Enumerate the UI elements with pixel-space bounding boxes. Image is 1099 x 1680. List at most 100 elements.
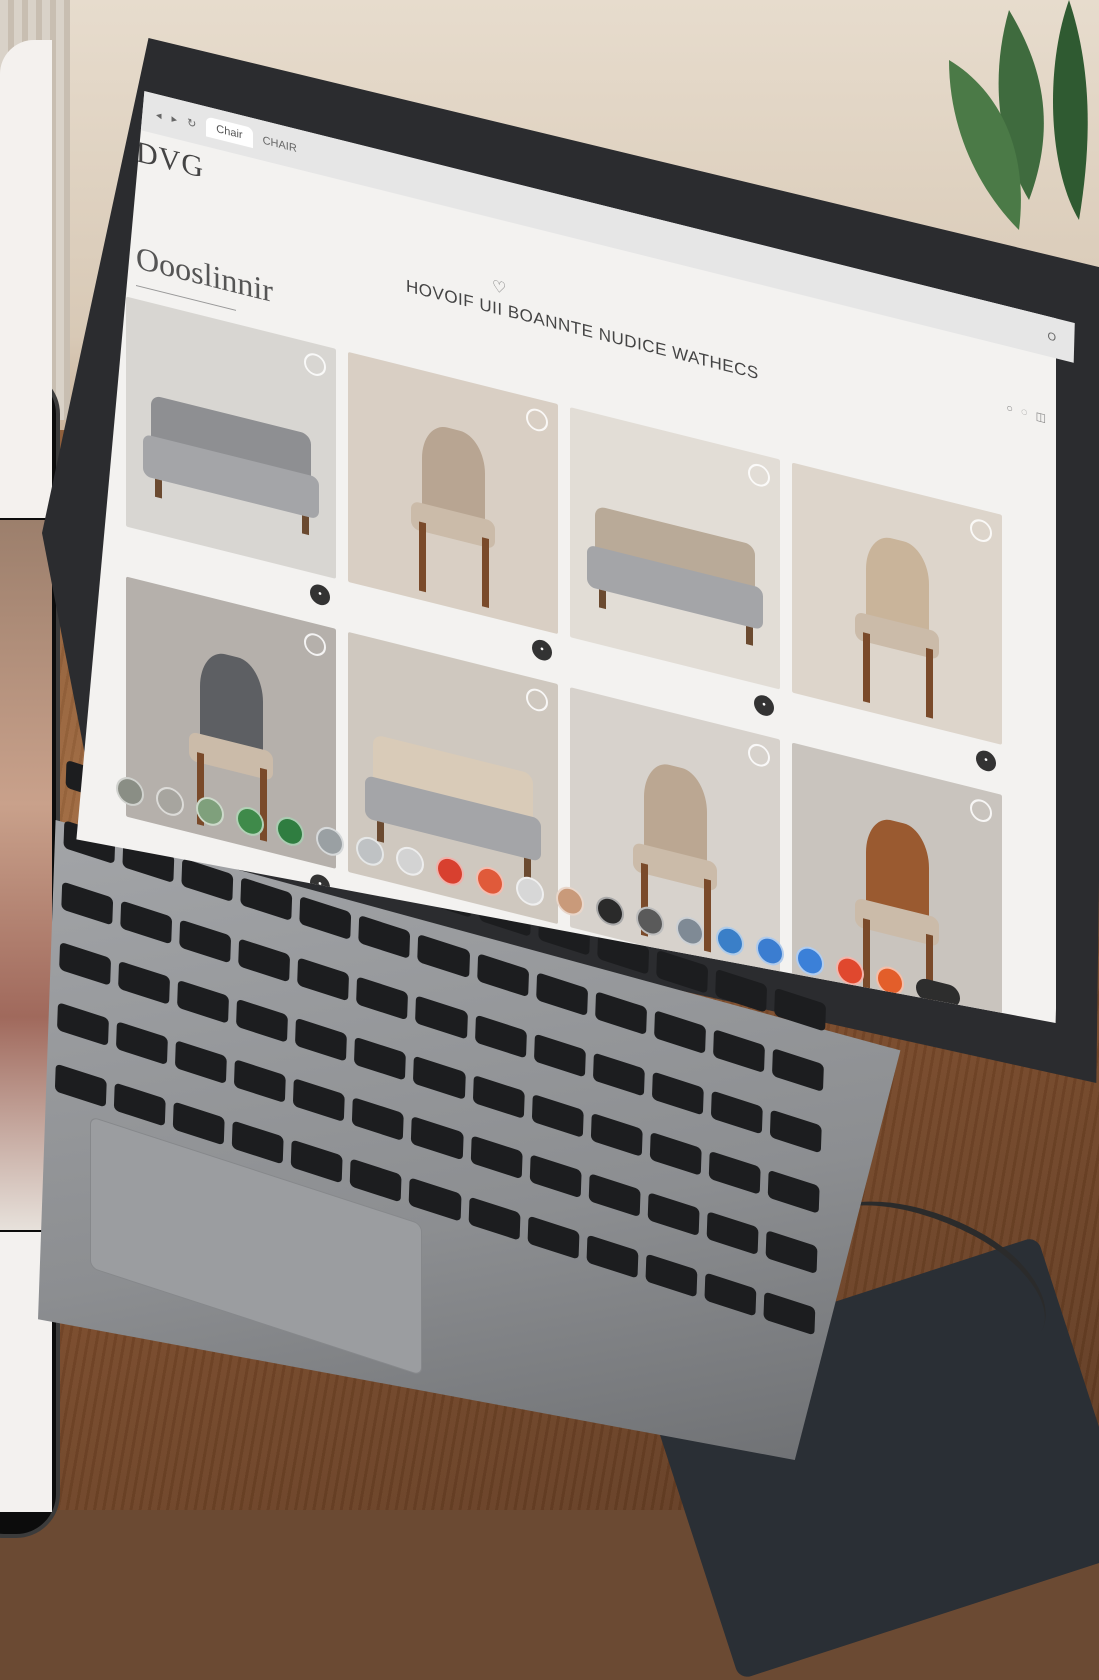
cart-icon[interactable]: ◫ bbox=[1036, 409, 1046, 425]
chair-leg bbox=[419, 521, 426, 592]
address-bar[interactable]: CHAIR bbox=[263, 135, 297, 156]
forward-icon[interactable]: ▸ bbox=[172, 111, 178, 125]
product-image[interactable] bbox=[126, 296, 336, 579]
product-card[interactable]: • bbox=[348, 351, 558, 670]
keyboard-key[interactable] bbox=[470, 1135, 523, 1180]
phone-screen-top bbox=[0, 40, 52, 518]
keyboard-key[interactable] bbox=[113, 1082, 166, 1127]
keyboard-key[interactable] bbox=[712, 1029, 765, 1074]
keyboard-key[interactable] bbox=[476, 953, 529, 998]
keyboard-key[interactable] bbox=[769, 1109, 822, 1154]
keyboard-key[interactable] bbox=[238, 938, 291, 983]
favorite-icon[interactable] bbox=[748, 461, 770, 490]
phone-screen-image bbox=[0, 520, 52, 1230]
keyboard-key[interactable] bbox=[765, 1230, 818, 1275]
keyboard-key[interactable] bbox=[529, 1154, 582, 1199]
keyboard-key[interactable] bbox=[647, 1192, 700, 1237]
keyboard-key[interactable] bbox=[358, 915, 411, 960]
refresh-icon[interactable]: ↻ bbox=[187, 115, 196, 130]
keyboard-key[interactable] bbox=[59, 941, 112, 986]
keyboard-key[interactable] bbox=[588, 1173, 641, 1218]
keyboard-key[interactable] bbox=[290, 1139, 344, 1184]
browser-right-tab[interactable]: O bbox=[1047, 330, 1056, 344]
keyboard-key[interactable] bbox=[708, 1150, 761, 1195]
keyboard-key[interactable] bbox=[175, 1040, 228, 1085]
keyboard-key[interactable] bbox=[651, 1071, 704, 1116]
favorite-icon[interactable] bbox=[304, 350, 326, 379]
keyboard-key[interactable] bbox=[594, 991, 647, 1036]
keyboard-key[interactable] bbox=[411, 1116, 464, 1161]
color-swatch[interactable] bbox=[116, 773, 144, 809]
user-icon[interactable]: ◌ bbox=[1021, 406, 1028, 421]
keyboard-key[interactable] bbox=[590, 1112, 643, 1157]
favorite-icon[interactable] bbox=[970, 516, 992, 545]
keyboard-key[interactable] bbox=[352, 1097, 405, 1142]
keyboard-key[interactable] bbox=[468, 1196, 521, 1241]
keyboard-key[interactable] bbox=[56, 1002, 109, 1047]
keyboard-key[interactable] bbox=[354, 1036, 407, 1081]
keyboard-key[interactable] bbox=[474, 1014, 527, 1059]
keyboard-key[interactable] bbox=[116, 1021, 169, 1066]
keyboard-key[interactable] bbox=[763, 1291, 816, 1336]
sofa-leg bbox=[746, 625, 753, 646]
chair-leg bbox=[482, 537, 489, 608]
keyboard-key[interactable] bbox=[240, 877, 293, 922]
back-icon[interactable]: ◂ bbox=[156, 107, 162, 121]
search-icon[interactable]: ○ bbox=[1006, 402, 1013, 417]
keyboard-key[interactable] bbox=[592, 1052, 645, 1097]
keyboard-key[interactable] bbox=[409, 1177, 462, 1222]
keyboard-key[interactable] bbox=[293, 1078, 346, 1123]
keyboard-key[interactable] bbox=[234, 1059, 287, 1104]
keyboard-key[interactable] bbox=[295, 1017, 348, 1062]
keyboard-key[interactable] bbox=[177, 979, 230, 1024]
keyboard-key[interactable] bbox=[297, 957, 350, 1002]
keyboard-key[interactable] bbox=[531, 1093, 584, 1138]
favorite-icon[interactable] bbox=[526, 406, 548, 434]
keyboard-key[interactable] bbox=[767, 1169, 820, 1214]
keyboard-key[interactable] bbox=[120, 900, 173, 945]
product-card[interactable]: • bbox=[126, 296, 336, 614]
product-image[interactable] bbox=[570, 407, 780, 690]
keyboard-key[interactable] bbox=[172, 1101, 225, 1146]
keyboard-key[interactable] bbox=[586, 1234, 639, 1279]
keyboard-key[interactable] bbox=[413, 1055, 466, 1100]
keyboard-key[interactable] bbox=[417, 934, 470, 979]
keyboard-key[interactable] bbox=[54, 1063, 107, 1108]
keyboard-key[interactable] bbox=[527, 1215, 580, 1260]
keyboard-key[interactable] bbox=[299, 896, 352, 941]
keyboard-key[interactable] bbox=[533, 1033, 586, 1078]
keyboard-key[interactable] bbox=[61, 881, 114, 926]
keyboard-key[interactable] bbox=[350, 1158, 403, 1203]
product-card[interactable]: • bbox=[570, 407, 780, 725]
keyboard-key[interactable] bbox=[472, 1074, 525, 1119]
keyboard-key[interactable] bbox=[649, 1131, 702, 1176]
keyboard-key[interactable] bbox=[706, 1211, 759, 1256]
favorite-icon[interactable] bbox=[304, 630, 326, 659]
keyboard-key[interactable] bbox=[704, 1272, 757, 1317]
favorite-icon[interactable] bbox=[526, 686, 548, 714]
keyboard-key[interactable] bbox=[535, 972, 588, 1017]
keyboard-key[interactable] bbox=[231, 1120, 284, 1165]
favorite-icon[interactable] bbox=[970, 796, 992, 825]
keyboard-key[interactable] bbox=[645, 1253, 698, 1298]
keyboard-key[interactable] bbox=[118, 960, 171, 1005]
keyboard-key[interactable] bbox=[653, 1010, 706, 1055]
favorite-icon[interactable] bbox=[748, 741, 770, 770]
sofa-leg bbox=[302, 515, 309, 536]
keyboard-key[interactable] bbox=[415, 995, 468, 1040]
keyboard-key[interactable] bbox=[710, 1090, 763, 1135]
product-image[interactable] bbox=[792, 462, 1002, 745]
sofa-leg bbox=[599, 589, 606, 610]
keyboard-key[interactable] bbox=[179, 919, 232, 964]
browser-tab[interactable]: Chair bbox=[206, 116, 253, 149]
keyboard-key[interactable] bbox=[771, 1048, 824, 1093]
product-card[interactable]: • bbox=[792, 462, 1002, 781]
chair-leg bbox=[926, 647, 933, 719]
header-actions: ○ ◌ ◫ bbox=[990, 398, 1046, 425]
plant-leaves bbox=[949, 0, 1088, 230]
heart-icon[interactable]: ♡ bbox=[492, 276, 506, 300]
keyboard-key[interactable] bbox=[236, 998, 289, 1043]
product-image[interactable] bbox=[348, 351, 558, 635]
keyboard-key[interactable] bbox=[356, 976, 409, 1021]
collection-title: Oooslinnir bbox=[136, 238, 273, 310]
